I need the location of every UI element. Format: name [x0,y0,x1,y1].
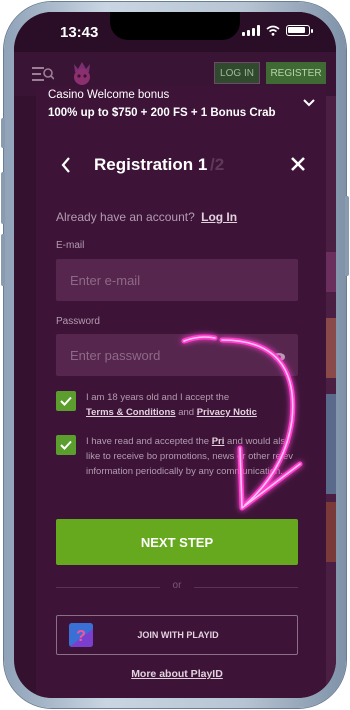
notch [110,12,240,40]
background-thumbnail [326,318,336,378]
divider-line [194,587,298,588]
playid-label: JOIN WITH PLAYID [137,630,219,640]
welcome-bonus-bar[interactable]: Casino Welcome bonus 100% up to $750 + 2… [36,86,326,129]
header-login-button[interactable]: LOG IN [214,62,260,84]
logo-icon[interactable] [70,60,94,86]
phone-volume-down-button [1,234,5,286]
background-thumbnail [326,252,336,292]
privacy-policy-link[interactable]: Pri [212,436,225,447]
bonus-title: Casino Welcome bonus [48,89,170,101]
close-icon[interactable] [290,156,306,172]
terms-link[interactable]: Terms & Conditions [86,407,176,418]
back-arrow-icon[interactable] [60,156,72,174]
signal-icon [242,25,260,36]
next-step-button[interactable]: NEXT STEP [56,519,298,565]
join-with-playid-button[interactable]: ? JOIN WITH PLAYID [56,615,298,655]
or-label: or [172,580,182,591]
or-divider: or [56,580,298,594]
phone-screen: 13:43 LOG IN REGISTER Casino Welcome bon… [14,12,336,698]
battery-icon [286,25,313,36]
promo-consent-text: I have read and accepted the Pri and wou… [86,434,306,479]
chevron-down-icon[interactable] [302,98,316,108]
login-link[interactable]: Log In [201,210,237,224]
hamburger-search-icon[interactable] [32,66,54,82]
phone-power-button [345,196,349,276]
account-prompt: Already have an account? Log In [56,210,237,224]
registration-step-total: /2 [210,155,225,174]
checkmark-icon [60,440,72,450]
password-label: Password [56,316,100,327]
age-terms-checkbox[interactable] [56,391,76,411]
status-time: 13:43 [60,24,99,41]
header-register-button[interactable]: REGISTER [266,62,326,84]
password-field[interactable] [56,334,298,376]
phone-volume-up-button [1,172,5,224]
registration-title: Registration 1 [94,155,208,174]
divider-line [56,587,160,588]
promo-consent-line1: I have read and accepted the [86,436,210,447]
age-terms-text: I am 18 years old and I accept the Terms… [86,390,306,420]
privacy-link[interactable]: Privacy Notic [197,407,257,418]
wifi-icon [266,25,280,36]
more-about-playid-link[interactable]: More about PlayID [36,668,318,680]
registration-modal: Registration 1 /2 Already have an accoun… [36,128,326,698]
age-terms-and: and [178,407,195,418]
eye-icon[interactable] [272,352,286,362]
phone-side-button [1,118,5,148]
background-thumbnail [326,502,336,562]
checkmark-icon [60,396,72,406]
email-label: E-mail [56,240,85,251]
background-thumbnail [326,394,336,494]
email-field[interactable] [56,259,298,301]
bonus-offer: 100% up to $750 + 200 FS + 1 Bonus Crab [48,107,276,119]
age-terms-prefix: I am 18 years old and I accept the [86,392,230,403]
account-prompt-text: Already have an account? [56,210,195,224]
status-icons [242,25,313,36]
promo-consent-checkbox[interactable] [56,435,76,455]
status-bar: 13:43 [14,12,336,52]
